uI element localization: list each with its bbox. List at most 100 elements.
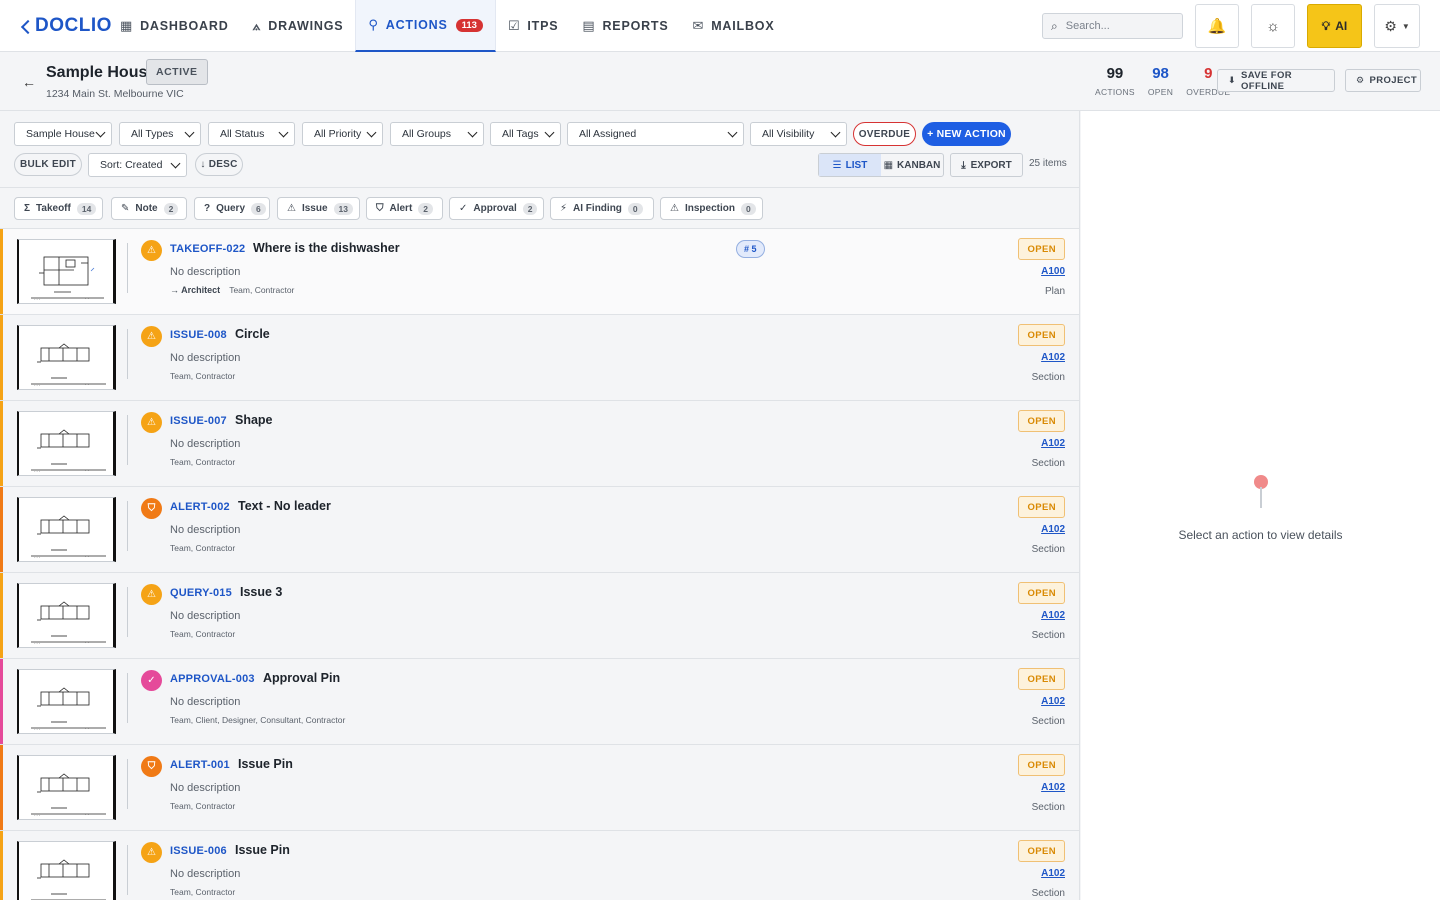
type-chip-approval[interactable]: ✓ Approval 2 — [449, 197, 544, 220]
theme-toggle-button[interactable]: ☼ — [1251, 4, 1295, 48]
tags-filter-select[interactable]: All Tags — [490, 122, 561, 146]
nav-reports[interactable]: ▤ REPORTS — [570, 0, 680, 52]
nav-label: DRAWINGS — [268, 19, 344, 33]
type-filter-select[interactable]: All Types — [119, 122, 201, 146]
action-row[interactable]: - - -· · ⚠ ISSUE-006 Issue Pin No descriptio… — [0, 831, 1079, 900]
action-id[interactable]: ALERT-002 — [170, 501, 230, 513]
sort-order-button[interactable]: ↓ DESC — [195, 153, 243, 176]
list-view-label: LIST — [845, 159, 868, 171]
overdue-filter-button[interactable]: OVERDUE — [853, 122, 916, 146]
sun-icon: ☼ — [1266, 17, 1280, 35]
action-id[interactable]: ISSUE-008 — [170, 329, 227, 341]
tags-filter-value: All Tags — [502, 128, 539, 140]
save-for-offline-button[interactable]: ⬇ SAVE FOR OFFLINE — [1217, 69, 1335, 92]
type-chip-ai-finding[interactable]: ⚡ AI Finding 0 — [550, 197, 654, 220]
main-nav: ▦ DASHBOARD ⟑ DRAWINGS ⚲ ACTIONS 113 ☑ ITPS ▤ REPO… — [108, 0, 786, 52]
chip-count: 2 — [418, 202, 434, 215]
chip-label: Issue — [301, 203, 328, 214]
project-select[interactable]: Sample House — [14, 122, 112, 146]
action-id[interactable]: QUERY-015 — [170, 587, 232, 599]
project-settings-button[interactable]: ⚙ PROJECT — [1345, 69, 1421, 92]
type-chip-inspection[interactable]: ⚠ Inspection 0 — [660, 197, 763, 220]
row-accent — [0, 487, 3, 572]
action-row[interactable]: - - - · · ⚠ TAKEOFF-022 Where is the dishwas… — [0, 229, 1079, 315]
nav-drawings[interactable]: ⟑ DRAWINGS — [241, 0, 356, 52]
sheet-link[interactable]: A102 — [1041, 868, 1065, 879]
priority-filter-value: All Priority — [314, 128, 362, 140]
action-row[interactable]: - - - · · ✓ APPROVAL-003 Approval Pin No desc… — [0, 659, 1079, 745]
ai-button[interactable]: 💡︎ AI — [1307, 4, 1362, 48]
nav-itps[interactable]: ☑ ITPS — [496, 0, 570, 52]
project-select-value: Sample House — [26, 128, 95, 140]
action-row[interactable]: - - - · · ⚠ QUERY-015 Issue 3 No description T… — [0, 573, 1079, 659]
action-description: No description — [170, 438, 241, 450]
export-button[interactable]: ⤓ EXPORT — [950, 153, 1023, 177]
bulk-edit-button[interactable]: BULK EDIT — [14, 153, 82, 176]
sheet-link[interactable]: A102 — [1041, 696, 1065, 707]
status-filter-value: All Status — [220, 128, 265, 140]
sheet-link[interactable]: A100 — [1041, 266, 1065, 277]
action-description: No description — [170, 266, 241, 278]
clipboard-check-icon: ☑ — [507, 18, 521, 33]
action-description: No description — [170, 610, 241, 622]
sheet-link[interactable]: A102 — [1041, 352, 1065, 363]
warning-icon: ⚠ — [141, 584, 162, 605]
nav-actions[interactable]: ⚲ ACTIONS 113 — [355, 0, 496, 52]
action-row[interactable]: - - - · · ⛉ ALERT-002 Text - No leader No des… — [0, 487, 1079, 573]
type-chip-issue[interactable]: ⚠ Issue 13 — [277, 197, 360, 220]
action-row[interactable]: - - - · · ⚠ ISSUE-008 Circle No description Te… — [0, 315, 1079, 401]
sort-select-value: Sort: Created — [100, 159, 163, 171]
list-view-button[interactable]: ☰ LIST — [819, 154, 881, 176]
back-arrow-icon[interactable]: ← — [22, 74, 36, 90]
visibility-filter-select[interactable]: All Visibility — [750, 122, 847, 146]
row-divider — [127, 759, 128, 809]
svg-text:- - -: - - - — [34, 554, 41, 559]
notifications-button[interactable]: 🔔 — [1195, 4, 1239, 48]
settings-button[interactable]: ⚙ ▼ — [1374, 4, 1420, 48]
action-meta: Team, Contractor — [170, 371, 235, 381]
action-id[interactable]: APPROVAL-003 — [170, 673, 255, 685]
sheet-link[interactable]: A102 — [1041, 782, 1065, 793]
status-filter-select[interactable]: All Status — [208, 122, 295, 146]
kanban-view-button[interactable]: ▦ KANBAN — [881, 154, 943, 176]
search-input[interactable] — [1065, 20, 1166, 32]
sheet-type: Section — [1031, 888, 1065, 899]
svg-text:- - -: - - - — [34, 812, 41, 817]
sheet-link[interactable]: A102 — [1041, 438, 1065, 449]
row-accent — [0, 229, 3, 314]
action-id[interactable]: TAKEOFF-022 — [170, 243, 245, 255]
chip-count: 0 — [627, 202, 643, 215]
nav-label: ITPS — [527, 19, 559, 33]
sheet-type: Section — [1031, 458, 1065, 469]
sheet-link[interactable]: A102 — [1041, 610, 1065, 621]
search-box[interactable]: ⌕ — [1042, 13, 1183, 39]
drawing-thumbnail: - - - · · — [17, 583, 116, 648]
chip-label: Alert — [389, 203, 413, 214]
priority-filter-select[interactable]: All Priority — [302, 122, 383, 146]
groups-filter-select[interactable]: All Groups — [390, 122, 484, 146]
type-chip-alert[interactable]: ⛉ Alert 2 — [366, 197, 443, 220]
action-row[interactable]: - - - · · ⚠ ISSUE-007 Shape No description Tea… — [0, 401, 1079, 487]
type-chip-takeoff[interactable]: Σ Takeoff 14 — [14, 197, 103, 220]
type-chip-query[interactable]: ? Query 6 — [194, 197, 270, 220]
action-id[interactable]: ALERT-001 — [170, 759, 230, 771]
drawing-thumbnail: - - - · · — [17, 325, 116, 390]
pin-count-badge: # 5 — [736, 240, 765, 258]
row-accent — [0, 659, 3, 744]
action-id[interactable]: ISSUE-006 — [170, 845, 227, 857]
assigned-filter-select[interactable]: All Assigned — [567, 122, 744, 146]
nav-dashboard[interactable]: ▦ DASHBOARD — [108, 0, 241, 52]
new-action-button[interactable]: + NEW ACTION — [922, 122, 1011, 146]
row-divider — [127, 415, 128, 465]
sheet-link[interactable]: A102 — [1041, 524, 1065, 535]
warning-icon: ⚠ — [141, 412, 162, 433]
logo[interactable]: DOCLIO — [20, 12, 112, 40]
action-id[interactable]: ISSUE-007 — [170, 415, 227, 427]
type-chip-note[interactable]: ✎ Note 2 — [111, 197, 187, 220]
detail-empty-text: Select an action to view details — [1178, 528, 1343, 542]
item-count: 25 items — [1029, 158, 1067, 169]
sort-select[interactable]: Sort: Created — [88, 153, 187, 177]
nav-mailbox[interactable]: ✉ MAILBOX — [681, 0, 787, 52]
svg-text:· ·: · · — [85, 296, 89, 301]
action-row[interactable]: - - - · · ⛉ ALERT-001 Issue Pin No descriptio… — [0, 745, 1079, 831]
